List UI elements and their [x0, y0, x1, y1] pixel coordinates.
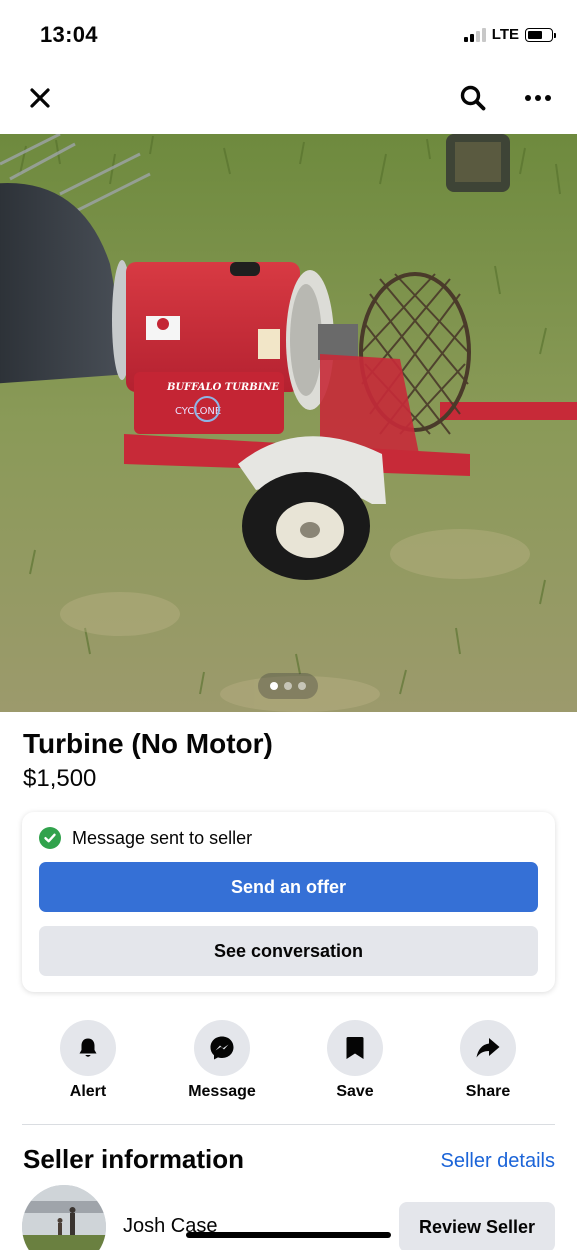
- bell-icon[interactable]: [60, 1020, 116, 1076]
- action-label-save: Save: [336, 1083, 374, 1100]
- photo-pager[interactable]: [258, 673, 318, 699]
- seller-avatar[interactable]: [22, 1185, 106, 1250]
- action-label-message: Message: [188, 1083, 256, 1100]
- save-action[interactable]: Save: [300, 1020, 410, 1101]
- action-row: Alert Message Save Share: [22, 1020, 555, 1110]
- pager-dot: [298, 682, 306, 690]
- close-icon[interactable]: [24, 82, 56, 114]
- more-options-icon[interactable]: [521, 82, 555, 114]
- status-indicators: LTE: [463, 26, 556, 43]
- listing-title: Turbine (No Motor): [23, 728, 273, 759]
- check-circle-icon: [39, 827, 61, 849]
- home-indicator[interactable]: [186, 1232, 391, 1238]
- share-action[interactable]: Share: [433, 1020, 543, 1101]
- seller-row: Josh Case Review Seller: [22, 1185, 555, 1250]
- message-sent-text: Message sent to seller: [72, 827, 253, 848]
- alert-action[interactable]: Alert: [33, 1020, 143, 1101]
- send-offer-button[interactable]: Send an offer: [39, 862, 538, 912]
- messenger-icon[interactable]: [194, 1020, 250, 1076]
- turbine-photo-illustration: BUFFALO TURBINE CYCLONE: [0, 134, 577, 712]
- pager-dot: [284, 682, 292, 690]
- status-bar: 13:04 LTE: [0, 0, 577, 70]
- share-icon[interactable]: [460, 1020, 516, 1076]
- see-conversation-button[interactable]: See conversation: [39, 926, 538, 976]
- seller-info-heading: Seller information: [23, 1144, 245, 1174]
- bookmark-icon[interactable]: [327, 1020, 383, 1076]
- listing-photo[interactable]: BUFFALO TURBINE CYCLONE: [0, 134, 577, 712]
- message-card: Message sent to seller Send an offer See…: [22, 812, 555, 992]
- pager-dot-active: [270, 682, 278, 690]
- battery-icon: [525, 27, 556, 42]
- signal-icon: [463, 27, 486, 42]
- status-time: 13:04: [40, 22, 98, 47]
- review-seller-button[interactable]: Review Seller: [399, 1202, 555, 1250]
- listing-price: $1,500: [23, 765, 97, 792]
- search-icon[interactable]: [457, 82, 489, 114]
- svg-text:CYCLONE: CYCLONE: [175, 406, 221, 417]
- message-action[interactable]: Message: [167, 1020, 277, 1101]
- seller-details-link[interactable]: Seller details: [440, 1150, 555, 1173]
- section-divider: [22, 1124, 555, 1125]
- network-label: LTE: [491, 26, 519, 43]
- action-label-alert: Alert: [69, 1083, 107, 1100]
- svg-text:BUFFALO TURBINE: BUFFALO TURBINE: [166, 382, 280, 393]
- action-label-share: Share: [465, 1083, 511, 1100]
- top-nav-bar: [0, 70, 577, 134]
- message-sent-row: Message sent to seller: [39, 827, 252, 849]
